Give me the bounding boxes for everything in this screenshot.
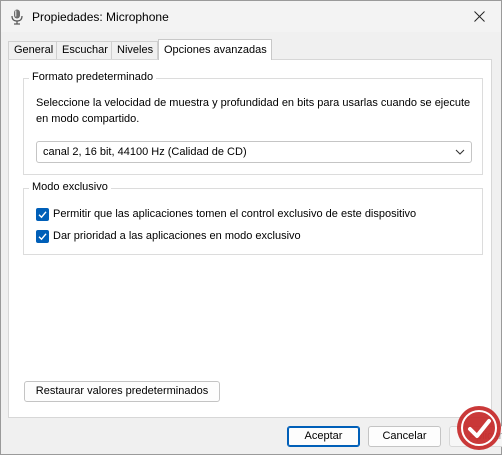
cancel-button[interactable]: Cancelar (368, 426, 441, 447)
checkmark-icon (38, 233, 47, 241)
microphone-icon (11, 9, 23, 25)
checkmark-icon (38, 211, 47, 219)
tab-general[interactable]: General (8, 41, 57, 59)
close-icon (473, 11, 485, 22)
exclusive-mode-legend: Modo exclusivo (29, 181, 111, 193)
title-bar: Propiedades: Microphone (1, 1, 501, 32)
tab-escuchar[interactable]: Escuchar (56, 41, 112, 59)
restore-defaults-button[interactable]: Restaurar valores predeterminados (24, 381, 220, 402)
tab-opciones-avanzadas[interactable]: Opciones avanzadas (158, 39, 272, 60)
chevron-down-icon (455, 149, 465, 155)
accept-button[interactable]: Aceptar (287, 426, 360, 447)
allow-exclusive-control-label: Permitir que las aplicaciones tomen el c… (53, 208, 417, 220)
exclusive-mode-group: Modo exclusivo Permitir que las aplicaci… (23, 181, 483, 255)
tab-panel: Formato predeterminado Seleccione la vel… (8, 59, 492, 418)
exclusive-priority-checkbox[interactable] (36, 230, 49, 243)
tab-niveles[interactable]: Niveles (111, 41, 158, 59)
default-format-legend: Formato predeterminado (29, 71, 157, 83)
default-format-group: Formato predeterminado Seleccione la vel… (23, 71, 483, 175)
solvetic-logo (457, 406, 501, 450)
exclusive-priority-label: Dar prioridad a las aplicaciones en modo… (53, 230, 301, 242)
default-format-description: Seleccione la velocidad de muestra y pro… (36, 97, 471, 125)
sample-format-dropdown[interactable]: canal 2, 16 bit, 44100 Hz (Calidad de CD… (36, 141, 472, 163)
allow-exclusive-control-checkbox[interactable] (36, 208, 49, 221)
sample-format-selected: canal 2, 16 bit, 44100 Hz (Calidad de CD… (43, 146, 247, 158)
close-button[interactable] (457, 1, 501, 32)
properties-dialog: Propiedades: Microphone General Escuchar… (0, 0, 502, 455)
window-title: Propiedades: Microphone (32, 10, 169, 24)
